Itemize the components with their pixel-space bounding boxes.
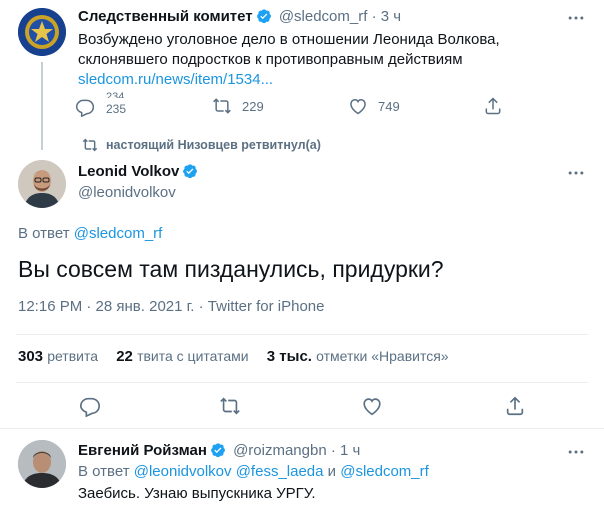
avatar-volkov[interactable] (18, 160, 66, 208)
reply-to-mention[interactable]: @sledcom_rf (74, 225, 163, 242)
like-count: 749 (378, 99, 400, 114)
share-icon[interactable] (504, 395, 526, 417)
sledcom-emblem-icon (18, 8, 66, 56)
retweet-icon[interactable] (212, 96, 232, 116)
separator-dot: · (330, 442, 336, 459)
volkov-display-name[interactable]: Leonid Volkov (78, 163, 179, 180)
reply-icon[interactable] (75, 97, 95, 117)
divider (0, 428, 604, 429)
retweets-value: 303 (18, 348, 44, 365)
tweet-timestamp[interactable]: 12:16 PM · 28 янв. 2021 г. · Twitter for… (18, 298, 325, 315)
more-options-icon[interactable] (566, 442, 586, 462)
like-icon[interactable] (348, 96, 368, 116)
share-icon[interactable] (483, 96, 503, 116)
divider (16, 334, 588, 335)
quotes-label: твита с цитатами (137, 348, 249, 364)
verified-badge-icon (183, 164, 198, 179)
tweet-time[interactable]: 3 ч (381, 8, 401, 25)
retweet-notice[interactable]: настоящий Низовцев ретвитнул(а) (106, 138, 321, 152)
sledcom-display-name[interactable]: Следственный комитет (78, 8, 253, 25)
quotes-value: 22 (116, 348, 133, 365)
like-icon[interactable] (361, 395, 383, 417)
thread-connector (41, 62, 43, 150)
volkov-handle[interactable]: @leonidvolkov (78, 184, 176, 201)
more-options-icon[interactable] (566, 8, 586, 28)
roizman-handle[interactable]: @roizmangbn (233, 442, 327, 459)
mention-leonidvolkov[interactable]: @leonidvolkov (134, 463, 232, 480)
tweet-text-line1: Возбуждено уголовное дело в отношении Ле… (78, 31, 500, 48)
reply-prefix: В ответ (18, 225, 70, 242)
verified-badge-icon (211, 443, 225, 458)
roizman-portrait-icon (18, 440, 66, 488)
main-tweet-text: Вы совсем там пизданулись, придурки? (18, 256, 444, 282)
likes-label: отметки «Нравится» (316, 348, 449, 364)
reply-count-previous: 234 (106, 92, 125, 98)
tweet-time[interactable]: 1 ч (340, 442, 360, 459)
likes-stat[interactable]: 3 тыс. отметки «Нравится» (267, 348, 449, 365)
retweet-count: 229 (242, 99, 264, 114)
reply-prefix: В ответ (78, 463, 130, 480)
sledcom-handle[interactable]: @sledcom_rf (279, 8, 368, 25)
divider (16, 382, 588, 383)
reply-icon[interactable] (79, 395, 101, 417)
tweet-text-line2: склонявшего подростков к противоправным … (78, 51, 463, 68)
mention-fess-laeda[interactable]: @fess_laeda (236, 463, 324, 480)
separator-dot: · (371, 8, 377, 25)
retweets-label: ретвита (47, 348, 99, 364)
verified-badge-icon (256, 9, 271, 24)
mention-sledcom[interactable]: @sledcom_rf (340, 463, 429, 480)
roizman-display-name[interactable]: Евгений Ройзман (78, 442, 207, 459)
retweets-stat[interactable]: 303 ретвита (18, 348, 98, 365)
avatar-sledcom[interactable] (18, 8, 66, 56)
likes-value: 3 тыс. (266, 348, 312, 365)
avatar-roizman[interactable] (18, 440, 66, 488)
more-options-icon[interactable] (566, 163, 586, 183)
reply-count: 235 (106, 102, 127, 116)
retweet-icon[interactable] (219, 395, 241, 417)
quotes-stat[interactable]: 22 твита с цитатами (116, 348, 248, 365)
volkov-portrait-icon (18, 160, 66, 208)
retweeted-icon (82, 138, 98, 152)
and-word: и (327, 463, 337, 480)
reply-tweet-text: Заебись. Узнаю выпускника УРГУ. (78, 485, 316, 502)
tweet-stats: 303 ретвита 22 твита с цитатами 3 тыс. о… (18, 348, 449, 365)
tweet-link[interactable]: sledcom.ru/news/item/1534... (78, 70, 578, 90)
